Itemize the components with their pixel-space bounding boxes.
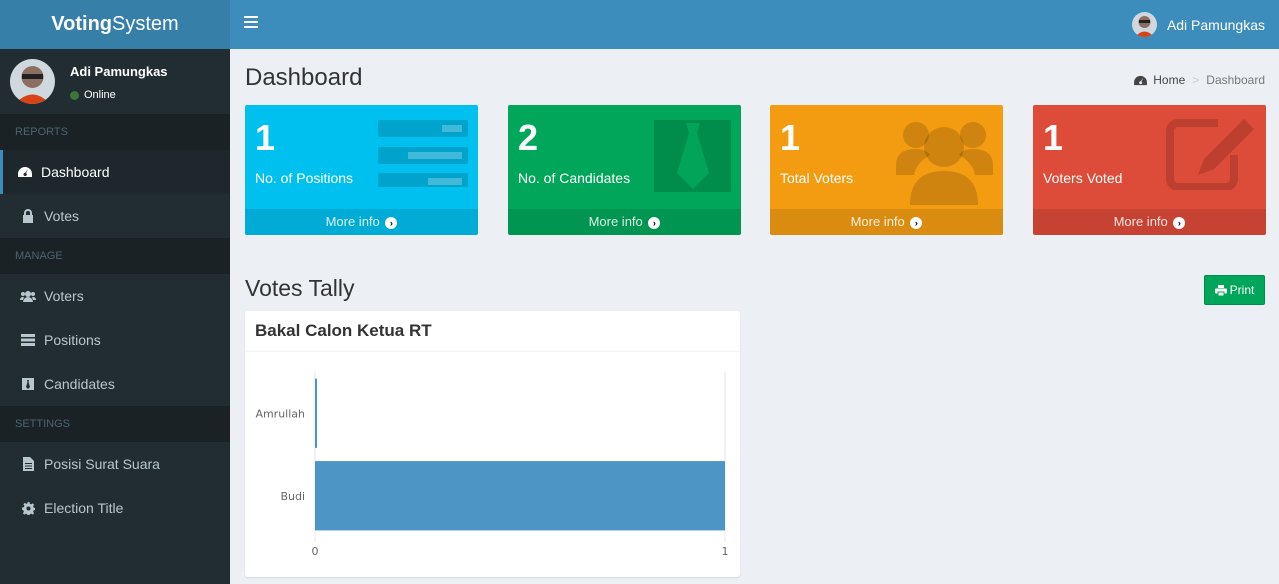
chart-category-label: Budi [280,490,305,503]
sidebar-toggle-icon[interactable] [244,16,258,32]
arrow-circle-right-icon: › [1173,216,1186,229]
more-info-link[interactable]: More info › [770,209,1003,235]
stat-box-total-voters: 1 Total Voters More info › [770,105,1003,235]
sidebar-item-posisi-surat-suara[interactable]: Posisi Surat Suara [0,442,230,486]
navbar-user-name: Adi Pamungkas [1166,16,1265,33]
chart-bar [315,461,725,531]
chart-tick-label: 1 [722,545,729,558]
section-header-reports: REPORTS [0,114,230,150]
sidebar-item-positions[interactable]: Positions [0,318,230,362]
tasks-icon [378,115,468,192]
print-button[interactable]: Print [1204,275,1265,305]
stat-label: No. of Candidates [518,170,631,186]
breadcrumb-current: Dashboard [1206,73,1265,87]
sidebar-item-dashboard[interactable]: Dashboard [0,150,230,194]
black-tie-icon [20,377,36,391]
tasks-icon [20,333,36,347]
stat-label: Total Voters [780,170,854,186]
user-menu[interactable]: Adi Pamungkas [1131,0,1265,49]
stat-number: 2 [518,117,539,158]
user-panel: Adi Pamungkas Online [0,49,230,114]
breadcrumb-home-link[interactable]: Home [1153,73,1185,87]
status-badge: Online [70,89,116,101]
chart-tick-label: 0 [312,545,319,558]
edit-icon [1166,115,1256,195]
arrow-circle-right-icon: › [385,216,398,229]
votes-tally-title: Votes Tally [245,275,355,301]
stat-box-candidates: 2 No. of Candidates More info › [508,105,741,235]
stat-label: No. of Positions [255,170,354,186]
print-icon [1214,284,1227,296]
more-info-link[interactable]: More info › [508,209,741,235]
file-text-icon [20,457,36,471]
dashboard-icon [1134,75,1148,86]
stat-number: 1 [255,117,276,158]
avatar [10,59,55,104]
top-navbar: Adi Pamungkas [230,0,1279,49]
brand-logo[interactable]: VotingSystem [0,0,230,49]
stat-label: Voters Voted [1043,170,1123,186]
gear-icon [20,501,36,515]
users-icon [896,115,993,210]
stat-box-positions: 1 No. of Positions More info › [245,105,478,235]
chart-bar [315,378,317,448]
dashboard-icon [17,165,33,179]
stat-number: 1 [780,117,801,158]
bar-chart: Amrullah Budi 0 1 [255,372,729,558]
section-header-settings: SETTINGS [0,406,230,442]
chart-box: Bakal Calon Ketua RT Amrullah Budi 0 1 [245,311,740,577]
sidebar-item-candidates[interactable]: Candidates [0,362,230,406]
black-tie-icon [654,115,731,197]
sidebar-item-election-title[interactable]: Election Title [0,486,230,530]
arrow-circle-right-icon: › [910,216,923,229]
sidebar-user-name: Adi Pamungkas [70,64,168,79]
section-header-manage: MANAGE [0,238,230,274]
stat-box-voters-voted: 1 Voters Voted More info › [1033,105,1266,235]
sidebar-item-votes[interactable]: Votes [0,194,230,238]
page-title: Dashboard [245,64,363,91]
breadcrumb-separator: > [1192,73,1200,87]
more-info-link[interactable]: More info › [1033,209,1266,235]
arrow-circle-right-icon: › [648,216,661,229]
users-icon [20,289,36,303]
online-dot-icon [70,90,79,100]
chart-category-label: Amrullah [255,407,305,420]
main-content: Dashboard Home > Dashboard 1 No. of Posi… [230,49,1279,584]
avatar [1131,12,1157,37]
more-info-link[interactable]: More info › [245,209,478,235]
chart-title: Bakal Calon Ketua RT [245,311,740,352]
stat-number: 1 [1043,117,1064,158]
sidebar-item-voters[interactable]: Voters [0,274,230,318]
lock-icon [20,209,36,223]
breadcrumb: Home > Dashboard [1134,73,1265,87]
sidebar: Adi Pamungkas Online REPORTS Dashboard V… [0,49,230,584]
